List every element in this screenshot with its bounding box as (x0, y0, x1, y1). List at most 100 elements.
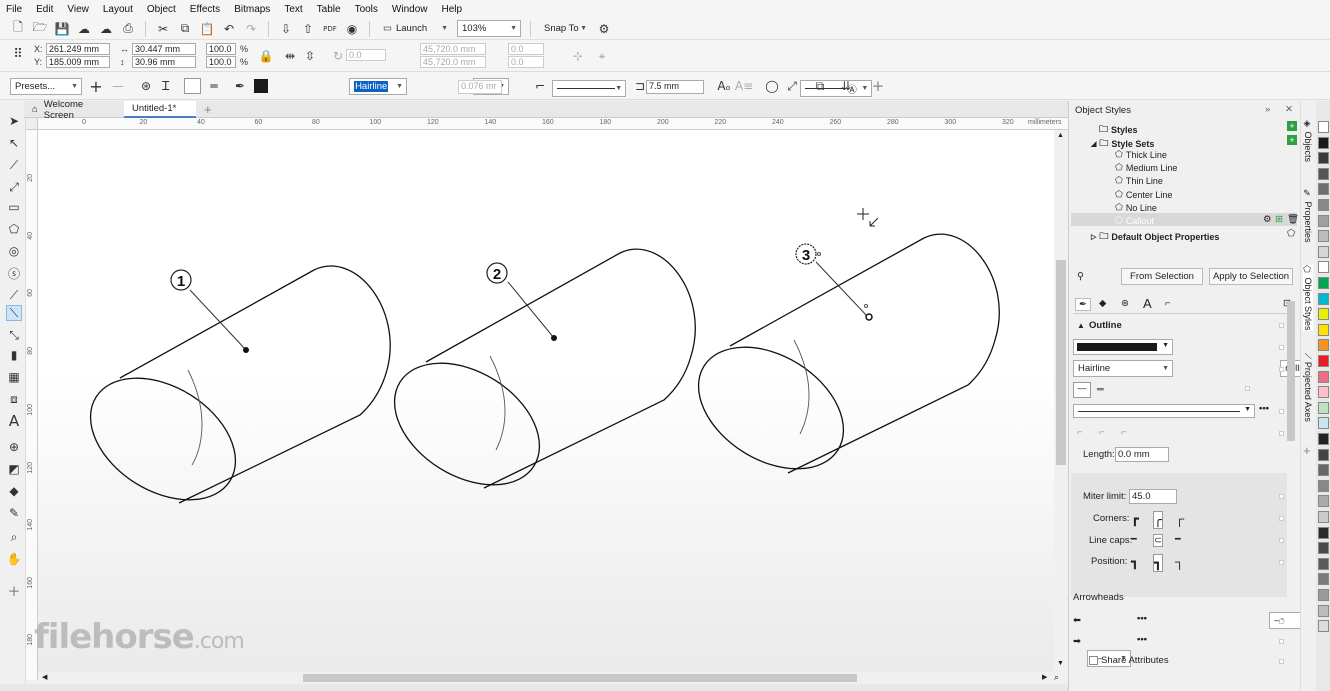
dimension-tool-icon[interactable]: ⟋ (6, 287, 22, 303)
length-field[interactable]: 0.0 mm (1115, 447, 1169, 462)
color-swatch[interactable] (1318, 121, 1329, 133)
outline-color-swatch[interactable] (254, 79, 268, 93)
ruler-origin[interactable] (26, 118, 38, 130)
mirror-horizontal-icon[interactable]: ⇹ (282, 48, 298, 64)
vertical-scrollbar[interactable]: ▲ ▼ (1054, 130, 1068, 672)
cylinder-1[interactable] (68, 265, 391, 525)
color-swatch[interactable] (1318, 152, 1329, 165)
callout-tab-icon[interactable]: ⌐ (1165, 298, 1171, 309)
transparency-tool-icon[interactable]: ◩ (6, 461, 22, 477)
horizontal-scroll-thumb[interactable] (303, 674, 857, 682)
share-attributes-checkbox[interactable] (1089, 656, 1098, 665)
y-position-field[interactable]: 185.009 mm (46, 56, 110, 68)
export-icon[interactable]: ⇧ (300, 21, 316, 37)
style-link-icon[interactable]: ⚲ (1077, 271, 1084, 282)
table-tool-icon[interactable]: ▦ (6, 369, 22, 385)
scroll-up-icon[interactable]: ▲ (1057, 132, 1064, 139)
position-outside-icon[interactable]: ┓ (1131, 554, 1139, 570)
3d-tool-icon[interactable]: ⊕ (6, 439, 22, 455)
apply-to-selection-button[interactable]: Apply to Selection (1209, 268, 1293, 285)
pick-tool-icon[interactable]: ➤ (6, 113, 22, 129)
height-field[interactable]: 30.96 mm (132, 56, 196, 68)
text-icon[interactable]: Ꮖ (158, 78, 174, 94)
tree-default-object-properties[interactable]: ▷ 🗀 Default Object Properties (1091, 229, 1219, 245)
zoom-magnifier-icon[interactable]: ⌕ (6, 529, 22, 545)
transparency-tab-icon[interactable]: ⊛ (1121, 298, 1129, 309)
cap-square-icon[interactable]: ━ (1175, 534, 1181, 545)
tree-item-thin-line[interactable]: ⬠ Thin Line (1115, 175, 1163, 186)
lock-ratio-icon[interactable]: 🔒 (258, 48, 274, 64)
corner-round-icon[interactable]: ╭ (1153, 511, 1163, 529)
presets-dropdown[interactable]: Presets... ▼ (10, 78, 82, 95)
reference-point-icon[interactable]: ⠿ (10, 46, 26, 62)
more-arrowheads-icon[interactable]: ••• (1137, 634, 1147, 645)
callout-gap-field[interactable]: 7.5 mm (646, 80, 704, 94)
add-preset-icon[interactable]: + (88, 77, 104, 96)
docker-scroll-thumb[interactable] (1287, 301, 1295, 441)
x-position-field[interactable]: 261.249 mm (46, 43, 110, 55)
callout-node-handle[interactable] (864, 304, 868, 308)
menu-effects[interactable]: Effects (190, 4, 220, 15)
menu-object[interactable]: Object (147, 4, 176, 15)
navigator-icon[interactable]: ⌕ (1054, 672, 1059, 683)
line-type-dash-icon[interactable]: ═ (1097, 384, 1104, 395)
options-gear-icon[interactable]: ⚙ (596, 21, 612, 37)
outline-width-dropdown[interactable]: Hairline ▼ (349, 78, 408, 95)
line-style-dropdown[interactable]: ▼ (552, 80, 627, 97)
zoom-tool-icon[interactable]: ⤢ (6, 179, 22, 195)
color-swatch[interactable] (1318, 557, 1329, 570)
zoom-level-dropdown[interactable]: 103% ▼ (457, 20, 521, 37)
callout-tool-icon[interactable]: ⟍ (6, 305, 22, 321)
connector-tool-icon[interactable]: ⤡ (6, 327, 22, 343)
polygon-tool-icon[interactable]: ⬠ (6, 221, 22, 237)
new-document-icon[interactable]: 🗋 (10, 20, 26, 37)
menu-file[interactable]: File (6, 4, 22, 15)
callout-anchor-3[interactable] (865, 313, 873, 321)
new-tab-icon[interactable]: + (196, 101, 214, 118)
scroll-left-icon[interactable]: ◀ (42, 673, 47, 681)
color-swatch[interactable] (1318, 448, 1329, 461)
callout-leader-2[interactable] (507, 281, 555, 339)
callout-label-2[interactable]: 2 (486, 262, 508, 284)
print-icon[interactable]: ⎙ (120, 21, 136, 37)
callout-anchor-1[interactable] (243, 347, 249, 353)
snap-to-dropdown[interactable]: Snap To ▼ (540, 20, 590, 37)
corner-bevel-icon[interactable]: ┌ (1175, 511, 1184, 526)
rectangle-tool-icon[interactable]: ▭ (6, 199, 22, 215)
color-swatch[interactable] (1318, 386, 1329, 399)
callout-leader-3[interactable] (815, 261, 869, 318)
copy-icon[interactable]: ⧉ (177, 21, 193, 37)
color-swatch[interactable] (1318, 167, 1329, 180)
tab-properties[interactable]: ✎ Properties (1303, 189, 1313, 243)
color-swatch[interactable] (1318, 355, 1329, 367)
menu-tools[interactable]: Tools (355, 4, 378, 15)
vertical-ruler[interactable]: 20 40 60 80 100 120 140 160 180 (26, 130, 38, 680)
menu-table[interactable]: Table (317, 4, 341, 15)
callout-label-1[interactable]: 1 (170, 269, 192, 291)
line-type-solid-button[interactable]: — (1073, 382, 1091, 398)
pan-hand-icon[interactable]: ✋ (6, 551, 22, 567)
text-tool-icon[interactable]: A (6, 412, 22, 430)
undo-icon[interactable]: ↶ (221, 21, 237, 37)
apply-style-icon[interactable]: ⊞ (1275, 214, 1283, 225)
menu-text[interactable]: Text (284, 4, 302, 15)
color-swatch[interactable] (1318, 401, 1329, 414)
ellipse-tool-icon[interactable]: ◎ (6, 243, 22, 259)
tree-item-medium-line[interactable]: ⬠ Medium Line (1115, 162, 1177, 173)
collapse-caret-icon[interactable]: ▲ (1077, 321, 1085, 330)
horizontal-ruler[interactable]: 0 20 40 60 80 100 120 140 160 180 200 220 240 260 280 3… (26, 118, 1068, 130)
line-style-combo[interactable]: ▼ (1073, 404, 1255, 418)
delete-style-icon[interactable]: 🗑 (1287, 214, 1299, 225)
add-tool-icon[interactable]: + (6, 582, 22, 600)
line-style-button[interactable] (184, 78, 201, 94)
fill-tab-icon[interactable]: ◆ (1099, 298, 1106, 309)
color-swatch[interactable] (1318, 495, 1329, 508)
color-swatch[interactable] (1318, 464, 1329, 477)
import-icon[interactable]: ⇩ (278, 21, 294, 37)
color-swatch[interactable] (1318, 339, 1329, 352)
cap-butt-icon[interactable]: ━ (1131, 534, 1137, 545)
add-toolbar-item-icon[interactable]: + (870, 77, 886, 95)
position-center-icon[interactable]: ┓ (1153, 554, 1163, 572)
pdf-icon[interactable]: PDF (322, 21, 338, 37)
more-line-styles-icon[interactable]: ••• (1259, 403, 1269, 414)
